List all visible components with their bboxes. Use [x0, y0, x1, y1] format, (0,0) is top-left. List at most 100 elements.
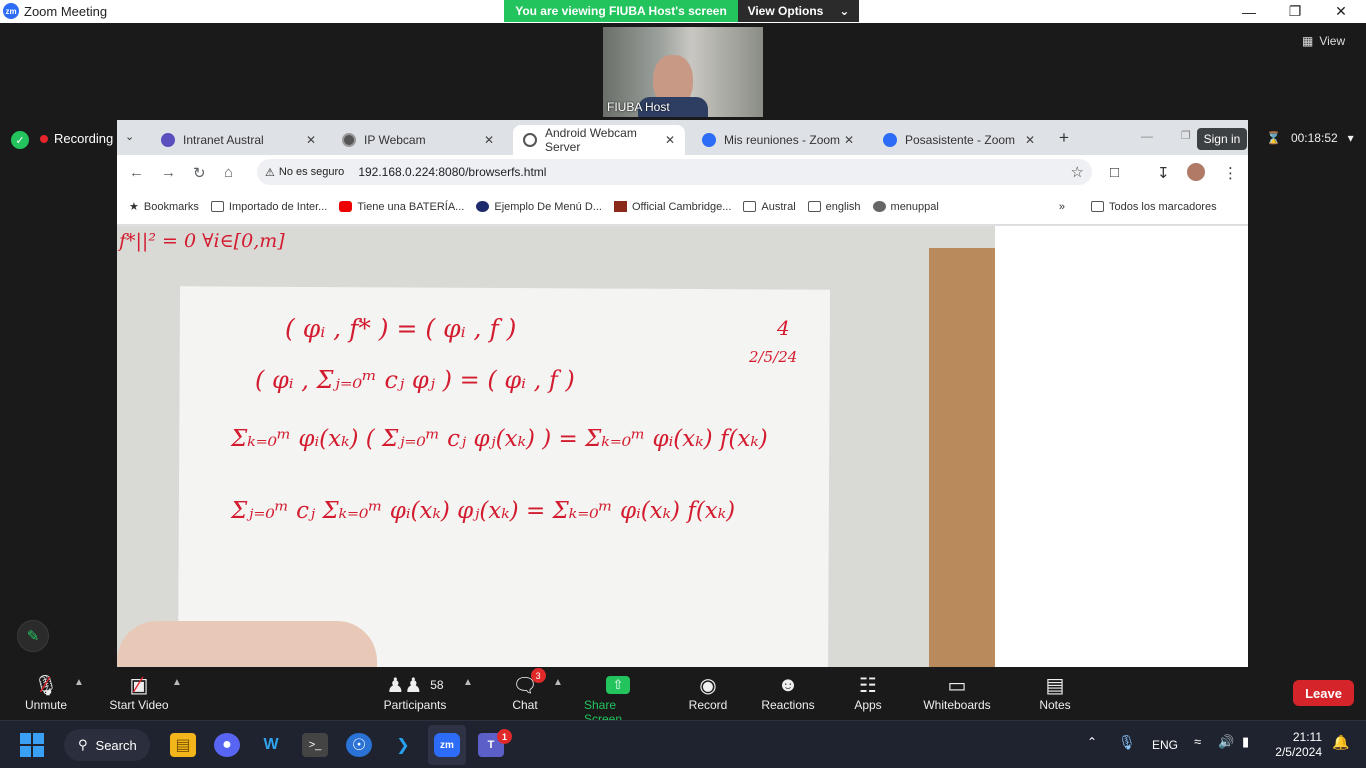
- bookmark-item[interactable]: Importado de Inter...: [210, 201, 327, 213]
- terminal-icon[interactable]: >_: [302, 733, 328, 757]
- new-tab-button[interactable]: +: [1059, 128, 1069, 148]
- tab-close-icon[interactable]: ✕: [306, 133, 316, 147]
- audio-options-caret[interactable]: ▲: [74, 677, 84, 688]
- tab-intranet-austral[interactable]: Intranet Austral ✕: [151, 125, 326, 155]
- view-button[interactable]: ▦ View: [1302, 34, 1345, 48]
- folder-icon: [1090, 201, 1104, 212]
- url-text[interactable]: 192.168.0.224:8080/browserfs.html: [358, 165, 546, 179]
- bookmark-item[interactable]: Ejemplo De Menú D...: [476, 201, 602, 213]
- file-explorer-icon[interactable]: ▤: [170, 733, 196, 757]
- whiteboards-button[interactable]: ▭ Whiteboards: [922, 672, 992, 713]
- share-screen-icon: ⇧: [606, 672, 630, 698]
- cardboard-box: [929, 248, 995, 667]
- tab-ip-webcam[interactable]: IP Webcam ✕: [332, 125, 504, 155]
- wacom-icon[interactable]: W: [258, 733, 284, 757]
- notes-icon: ▤: [1045, 674, 1065, 697]
- taskbar-search[interactable]: ⚲ Search: [64, 729, 150, 761]
- forward-icon[interactable]: →: [161, 164, 176, 181]
- start-video-button[interactable]: ▣ ∕ Start Video: [108, 672, 170, 712]
- record-label: Record: [688, 698, 728, 712]
- restore-icon[interactable]: ❐: [1272, 0, 1318, 23]
- search-icon: ⚲: [78, 737, 88, 752]
- record-button[interactable]: ◉ Record: [688, 672, 728, 713]
- viewing-share-banner: You are viewing FIUBA Host's screen: [504, 0, 738, 22]
- start-video-label: Start Video: [109, 698, 169, 712]
- tab-search-icon[interactable]: ⌄: [125, 130, 134, 143]
- browser-app-icon[interactable]: ☉: [346, 733, 372, 757]
- reload-icon[interactable]: ↻: [193, 164, 206, 182]
- profile-avatar[interactable]: [1187, 163, 1205, 181]
- sign-in-button[interactable]: Sign in: [1197, 128, 1247, 150]
- participant-name: FIUBA Host: [607, 100, 670, 114]
- teams-app-icon[interactable]: T1: [478, 729, 512, 757]
- language-indicator[interactable]: ENG: [1152, 738, 1178, 752]
- tray-overflow-icon[interactable]: ⌃: [1087, 735, 1097, 749]
- browser-minimize-icon[interactable]: —: [1141, 129, 1153, 143]
- bookmarks-bar: ★ Bookmarks Importado de Inter... Tiene u…: [117, 189, 1248, 225]
- security-shield-icon[interactable]: ✓: [11, 131, 29, 149]
- chat-badge: 3: [530, 668, 546, 683]
- leave-button[interactable]: Leave: [1293, 680, 1354, 706]
- unmute-button[interactable]: 🎙 ∕ Unmute: [24, 672, 68, 712]
- reactions-button[interactable]: ☻ Reactions: [761, 672, 814, 713]
- battery-icon[interactable]: ▮: [1242, 734, 1249, 750]
- zoom-app-icon[interactable]: zm: [434, 733, 460, 757]
- smiley-icon: ☻: [777, 673, 799, 696]
- security-warning[interactable]: ⚠ No es seguro: [265, 166, 344, 179]
- bookmark-folder[interactable]: Austral: [743, 201, 796, 213]
- tab-mis-reuniones[interactable]: Mis reuniones - Zoom ✕: [692, 125, 864, 155]
- bookmark-item[interactable]: ★ Bookmarks: [129, 200, 199, 214]
- all-bookmarks-folder[interactable]: Todos los marcadores: [1090, 201, 1217, 213]
- more-menu-icon[interactable]: ⋮: [1223, 164, 1238, 182]
- notes-button[interactable]: ▤ Notes: [1038, 672, 1072, 713]
- tab-close-icon[interactable]: ✕: [1025, 133, 1035, 147]
- meeting-timer[interactable]: ⌛ 00:18:52 ▾: [1266, 131, 1354, 145]
- share-screen-button[interactable]: ⇧ Share Screen: [584, 672, 652, 726]
- close-icon[interactable]: ✕: [1318, 0, 1364, 23]
- back-icon[interactable]: ←: [129, 164, 144, 181]
- download-icon[interactable]: ↧: [1157, 164, 1170, 182]
- apps-button[interactable]: ☷ Apps: [852, 672, 884, 713]
- windows-start-icon[interactable]: [20, 733, 44, 757]
- annotate-pencil-icon[interactable]: ✎: [17, 620, 49, 652]
- bookmark-folder[interactable]: english: [807, 201, 861, 213]
- tab-close-icon[interactable]: ✕: [844, 133, 854, 147]
- tab-label: Posasistente - Zoom: [905, 133, 1016, 147]
- bookmark-item[interactable]: Official Cambridge...: [613, 201, 731, 213]
- tab-posasistente[interactable]: Posasistente - Zoom ✕: [873, 125, 1045, 155]
- notifications-icon[interactable]: 🔔: [1332, 734, 1349, 751]
- chat-button[interactable]: 🗨 3 Chat: [510, 668, 546, 712]
- whiteboard-page-number: 4: [777, 316, 790, 340]
- video-options-caret[interactable]: ▲: [172, 677, 182, 688]
- taskbar-clock[interactable]: 21:11 2/5/2024: [1270, 730, 1322, 760]
- bookmarks-overflow-icon[interactable]: »: [1059, 201, 1065, 213]
- participants-options-caret[interactable]: ▲: [463, 677, 473, 688]
- tab-android-webcam-server[interactable]: Android Webcam Server ✕: [513, 125, 685, 155]
- omnibox[interactable]: ⚠ No es seguro 192.168.0.224:8080/browse…: [257, 159, 1092, 185]
- extensions-icon[interactable]: □: [1110, 164, 1119, 181]
- zoom-favicon-icon: [883, 133, 897, 147]
- clock-time: 21:11: [1292, 730, 1322, 744]
- tab-close-icon[interactable]: ✕: [665, 133, 675, 147]
- webcam-favicon-icon: [342, 133, 356, 147]
- home-icon[interactable]: ⌂: [224, 164, 233, 181]
- wifi-icon[interactable]: ≈: [1194, 734, 1201, 749]
- mic-tray-icon[interactable]: 🎙: [1118, 734, 1136, 751]
- tab-close-icon[interactable]: ✕: [484, 133, 494, 147]
- recording-indicator[interactable]: Recording: [40, 131, 113, 146]
- participant-video-thumbnail[interactable]: FIUBA Host: [603, 27, 763, 117]
- discord-icon[interactable]: ●: [214, 733, 240, 757]
- bookmark-item[interactable]: Tiene una BATERÍA...: [339, 201, 464, 213]
- view-options-label: View Options: [747, 4, 824, 18]
- chat-options-caret[interactable]: ▲: [553, 677, 563, 688]
- volume-icon[interactable]: 🔊: [1218, 734, 1234, 750]
- vscode-icon[interactable]: ❯: [390, 733, 416, 757]
- minimize-icon[interactable]: —: [1226, 0, 1272, 23]
- bookmark-star-icon[interactable]: ☆: [1071, 163, 1084, 181]
- view-options-button[interactable]: View Options ⌄: [738, 0, 859, 22]
- zoom-favicon-icon: [702, 133, 716, 147]
- cambridge-shield-icon: [613, 201, 627, 212]
- browser-restore-icon[interactable]: ❐: [1181, 129, 1191, 142]
- participants-button[interactable]: ♟♟ 58 Participants: [384, 672, 447, 713]
- bookmark-item[interactable]: menuppal: [872, 201, 939, 213]
